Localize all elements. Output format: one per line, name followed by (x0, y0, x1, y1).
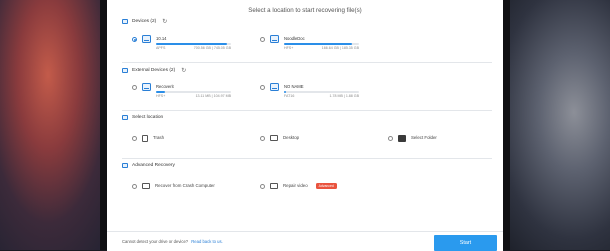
bottom-bar: Cannot detect your drive or device? Read… (107, 231, 503, 251)
disk-name: NoodleDoc (284, 36, 305, 41)
device-item-noodledoc[interactable]: NoodleDoc HFS+ 166.64 GB | 185.35 GB (260, 35, 359, 50)
section-label: Devices (2) (132, 19, 157, 24)
disk-size: 700.56 GB | 745.05 GB (193, 46, 231, 50)
refresh-icon[interactable]: ↻ (181, 67, 186, 74)
section-devices: Devices (2) ↻ (122, 18, 167, 25)
page-title: Select a location to start recovering fi… (248, 7, 362, 14)
help-text: Cannot detect your drive or device? Read… (122, 239, 223, 244)
usage-bar (284, 90, 359, 93)
disk-name: 10.14 (156, 36, 167, 41)
radio-button[interactable] (260, 184, 265, 189)
usage-fill (284, 42, 352, 45)
location-label: Select Folder (411, 135, 437, 140)
location-label: Desktop (283, 135, 300, 140)
disk-size: 13.11 MB | 104.97 MB (195, 94, 231, 98)
disk-fs: HFS+ (284, 46, 294, 50)
radio-button[interactable] (388, 136, 393, 141)
folder-icon (398, 135, 406, 142)
usage-fill (156, 90, 165, 93)
radio-button[interactable] (132, 184, 137, 189)
external-item-no-name[interactable]: NO NAME FAT16 1.78 MB | 1.88 GB (260, 83, 359, 98)
disk-info: Recoverit HFS+ 13.11 MB | 104.97 MB (156, 84, 231, 98)
radio-button[interactable] (132, 136, 137, 141)
video-icon (270, 183, 278, 189)
external-item-recoverit[interactable]: Recoverit HFS+ 13.11 MB | 104.97 MB (132, 83, 231, 98)
help-question: Cannot detect your drive or device? (122, 239, 189, 244)
section-advanced-recovery: Advanced Recovery (122, 163, 175, 168)
section-label: External Devices (2) (132, 68, 176, 73)
start-button[interactable]: Start (434, 235, 497, 251)
radio-button[interactable] (132, 37, 137, 42)
disk-info: NoodleDoc HFS+ 166.64 GB | 185.35 GB (284, 36, 359, 50)
computer-icon (142, 183, 150, 189)
section-external-devices: External Devices (2) ↻ (122, 67, 186, 74)
advanced-crash-computer[interactable]: Recover from Crash Computer (132, 183, 215, 189)
monitor-icon (270, 135, 278, 141)
usb-drive-icon (142, 83, 151, 91)
external-drive-icon (122, 68, 128, 73)
usage-fill (156, 42, 227, 45)
location-trash[interactable]: Trash (132, 135, 164, 142)
disk-fs: HFS+ (156, 94, 166, 98)
radio-button[interactable] (260, 85, 265, 90)
disk-icon (270, 35, 279, 43)
location-label: Trash (153, 135, 165, 140)
divider (122, 110, 492, 111)
disk-info: 10.14 APFS 700.56 GB | 745.05 GB (156, 36, 231, 50)
usage-bar (156, 90, 231, 93)
advanced-recovery-icon (122, 163, 128, 168)
divider (122, 158, 492, 159)
divider (122, 62, 492, 63)
section-label: Select location (132, 115, 164, 120)
usb-drive-icon (270, 83, 279, 91)
option-label: Recover from Crash Computer (155, 183, 215, 188)
hard-drive-icon (122, 19, 128, 24)
disk-size: 166.64 GB | 185.35 GB (321, 46, 359, 50)
help-link[interactable]: Read back to us. (191, 239, 222, 244)
radio-button[interactable] (260, 37, 265, 42)
advanced-badge: Advanced (315, 183, 337, 189)
section-select-location: Select location (122, 115, 163, 120)
trash-icon (142, 135, 148, 142)
disk-name: Recoverit (156, 84, 174, 89)
radio-button[interactable] (260, 136, 265, 141)
usage-bar (156, 42, 231, 45)
disk-name: NO NAME (284, 84, 304, 89)
location-select-folder[interactable]: Select Folder (388, 135, 437, 142)
usage-fill (284, 90, 286, 93)
radio-button[interactable] (132, 85, 137, 90)
refresh-icon[interactable]: ↻ (162, 18, 167, 25)
section-label: Advanced Recovery (132, 163, 175, 168)
disk-fs: APFS (156, 46, 166, 50)
advanced-repair-video[interactable]: Repair video Advanced (260, 183, 337, 189)
disk-size: 1.78 MB | 1.88 GB (329, 94, 360, 98)
option-label: Repair video (283, 183, 308, 188)
location-icon (122, 115, 128, 120)
device-item-1014[interactable]: 10.14 APFS 700.56 GB | 745.05 GB (132, 35, 231, 50)
usage-bar (284, 42, 359, 45)
recovery-window: Select a location to start recovering fi… (107, 0, 503, 251)
location-desktop[interactable]: Desktop (260, 135, 299, 141)
disk-icon (142, 35, 151, 43)
disk-info: NO NAME FAT16 1.78 MB | 1.88 GB (284, 84, 359, 98)
disk-fs: FAT16 (284, 94, 295, 98)
